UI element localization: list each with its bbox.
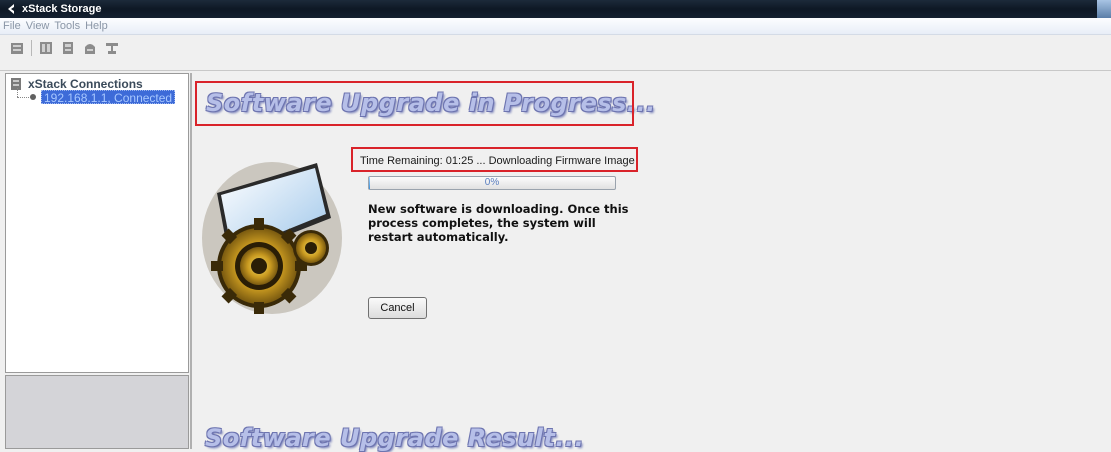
menu-file[interactable]: File xyxy=(3,20,21,32)
time-remaining-text: Time Remaining: 01:25 ... Downloading Fi… xyxy=(360,155,635,167)
upgrade-result-heading: Software Upgrade Result... xyxy=(205,424,585,452)
tree-connector xyxy=(17,88,18,97)
upgrade-message: New software is downloading. Once this p… xyxy=(368,202,629,244)
firmware-gear-icon xyxy=(199,148,349,316)
menu-help[interactable]: Help xyxy=(85,20,108,32)
tree-connector xyxy=(17,97,29,98)
heading-highlight-box xyxy=(195,81,634,126)
progress-label: 0% xyxy=(484,177,500,188)
server-icon[interactable] xyxy=(9,40,25,56)
storage-node-icon xyxy=(10,78,22,90)
tree-item-connection[interactable]: 192.168.1.1, Connected xyxy=(41,90,176,105)
drive-icon[interactable] xyxy=(60,40,76,56)
cancel-button[interactable]: Cancel xyxy=(368,297,427,319)
toolbar xyxy=(0,35,1111,71)
window-control-button[interactable] xyxy=(1097,0,1111,18)
app-logo-icon xyxy=(4,2,18,16)
download-progress-bar: 0% xyxy=(368,176,616,190)
network-icon[interactable] xyxy=(104,40,120,56)
window-title: xStack Storage xyxy=(22,3,102,15)
tree-node-bullet-icon xyxy=(30,94,36,100)
device-icon[interactable] xyxy=(38,40,54,56)
menu-view[interactable]: View xyxy=(26,20,50,32)
tree-root[interactable]: xStack Connections xyxy=(10,77,143,91)
menu-bar: File View Tools Help xyxy=(0,18,1111,35)
tree-root-label: xStack Connections xyxy=(28,77,143,91)
details-panel xyxy=(5,375,189,449)
window-titlebar: xStack Storage xyxy=(0,0,1111,18)
pane-splitter[interactable] xyxy=(190,73,192,449)
storage-icon[interactable] xyxy=(82,40,98,56)
menu-tools[interactable]: Tools xyxy=(54,20,80,32)
connections-tree-panel: xStack Connections 192.168.1.1, Connecte… xyxy=(5,73,189,373)
toolbar-separator xyxy=(31,40,32,56)
